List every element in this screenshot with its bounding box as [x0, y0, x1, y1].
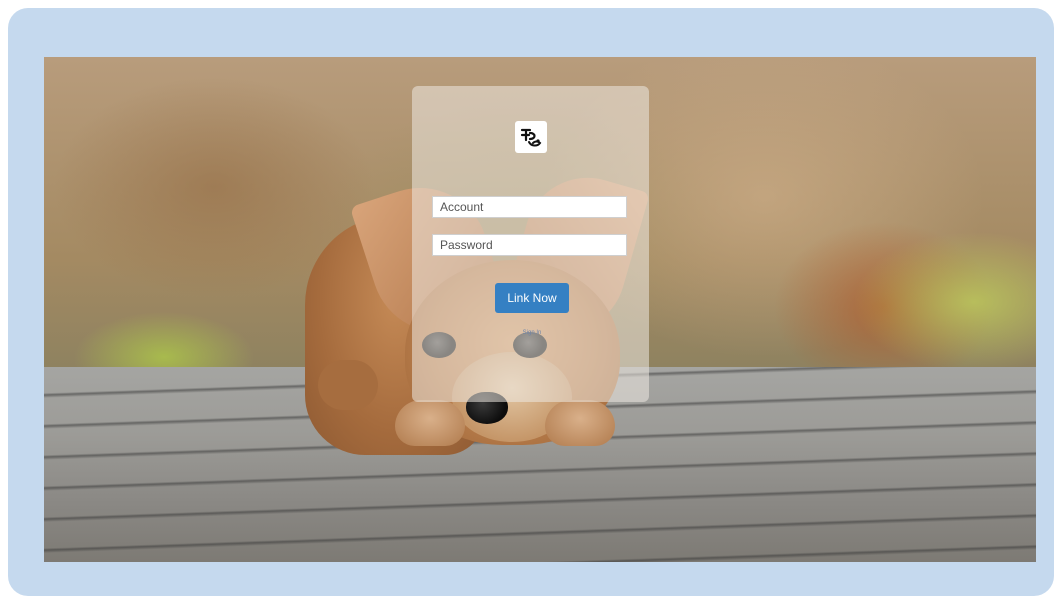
dog-left-paw	[395, 400, 465, 446]
dog-hind-leg	[318, 360, 378, 410]
link-now-button[interactable]: Link Now	[495, 283, 569, 313]
brand-logo-glyph	[520, 128, 542, 147]
sign-in-link[interactable]: Sign In	[508, 330, 556, 336]
dog-right-paw	[545, 400, 615, 446]
brand-logo-icon	[515, 121, 547, 153]
password-input[interactable]	[432, 234, 627, 256]
account-input[interactable]	[432, 196, 627, 218]
